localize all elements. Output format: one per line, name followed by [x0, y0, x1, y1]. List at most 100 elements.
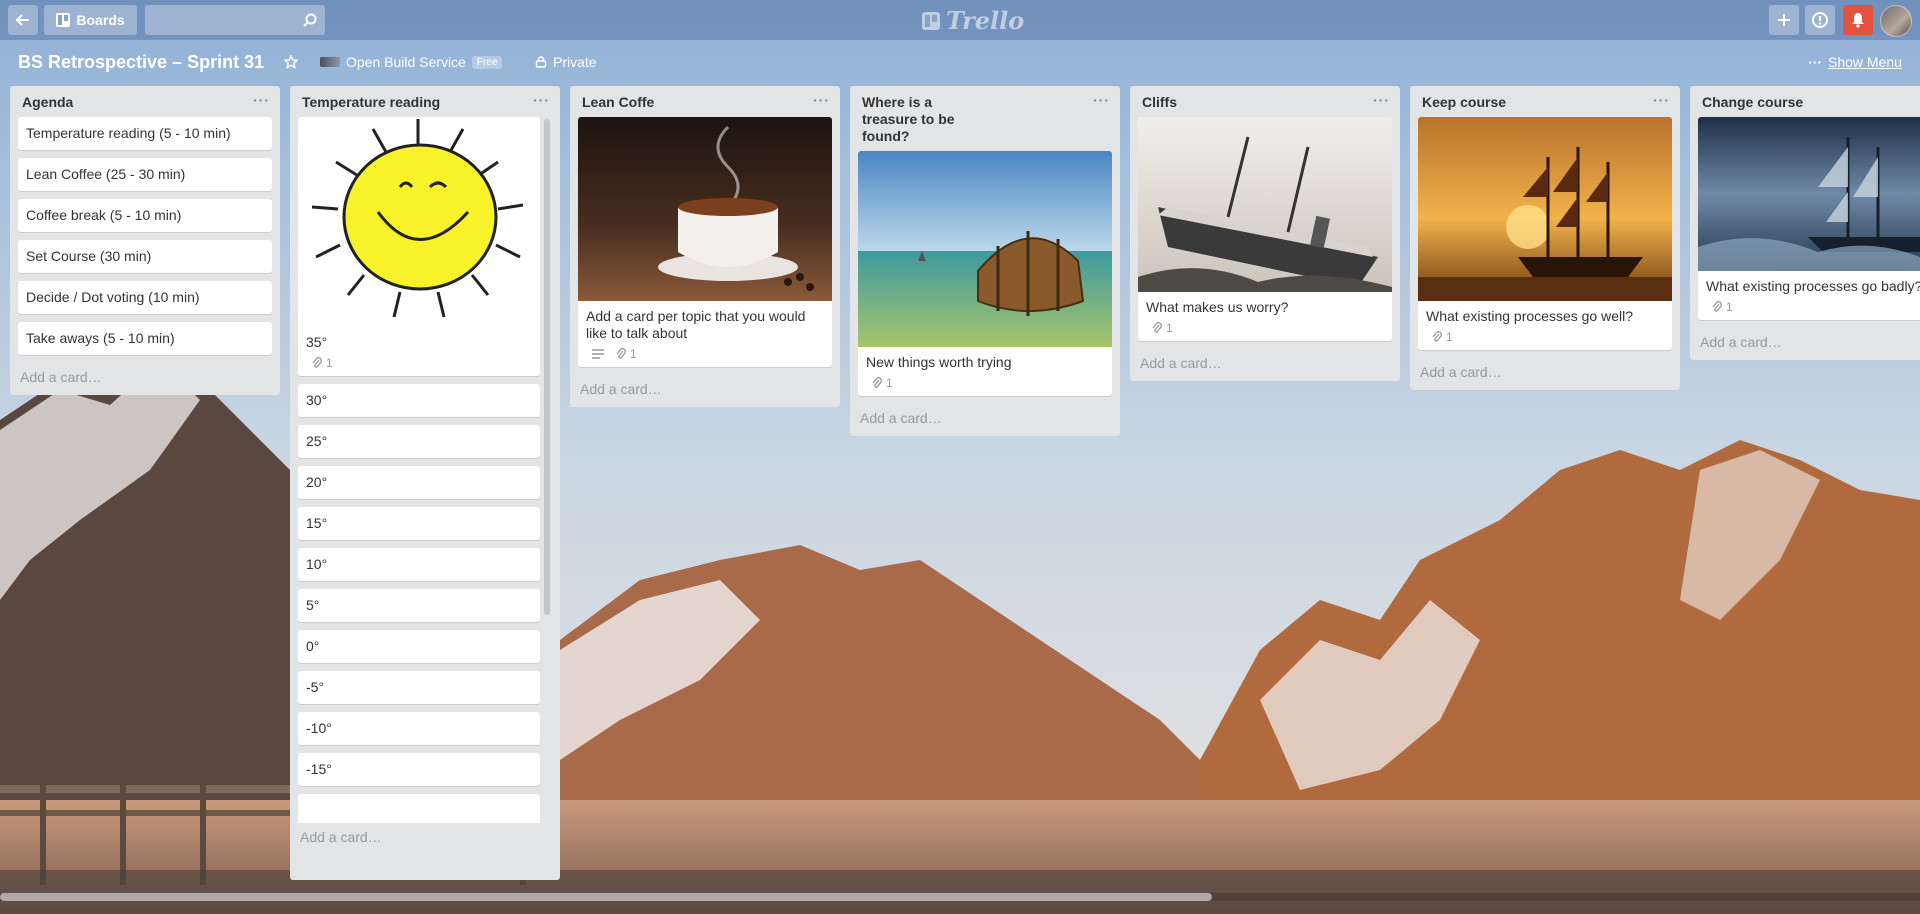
card-title: 0° [306, 638, 320, 654]
org-logo-icon [320, 57, 340, 67]
card-title: What makes us worry? [1146, 299, 1289, 315]
card[interactable]: Coffee break (5 - 10 min) [18, 199, 272, 232]
list-title[interactable]: Where is a treasure to be found? [862, 94, 955, 144]
boards-label: Boards [76, 12, 125, 28]
card-title: Set Course (30 min) [26, 248, 152, 264]
add-card-button[interactable]: Add a card… [1698, 328, 1920, 354]
add-card-button[interactable]: Add a card… [578, 375, 832, 401]
trello-logo[interactable]: Trello [922, 6, 1024, 35]
card[interactable]: Take aways (5 - 10 min) [18, 322, 272, 355]
board-header: BS Retrospective – Sprint 31 Open Build … [0, 40, 1920, 86]
paperclip-icon [872, 377, 882, 388]
card-title: -15° [306, 761, 332, 777]
treasure-chest-image [858, 151, 1112, 347]
list-menu-icon[interactable]: ··· [253, 92, 270, 109]
back-button[interactable] [8, 5, 38, 35]
add-card-button[interactable]: Add a card… [1138, 349, 1392, 375]
card-title: 5° [306, 597, 320, 613]
board-title[interactable]: BS Retrospective – Sprint 31 [18, 52, 264, 73]
boards-icon [56, 13, 71, 27]
card-title: 10° [306, 556, 328, 572]
list-title[interactable]: Change course [1702, 94, 1803, 110]
top-bar: Boards Trello [0, 0, 1920, 40]
attachment-badge: 1 [312, 356, 333, 370]
sailing-ship-sunset-image [1418, 117, 1672, 301]
list-title[interactable]: Cliffs [1142, 94, 1177, 110]
org-plan-badge: Free [471, 55, 503, 69]
list-change-course: Change course What existing processes go… [1690, 86, 1920, 360]
search-input[interactable] [145, 5, 325, 35]
card-title: Add a card per topic that you would like… [586, 308, 806, 341]
card-title: Lean Coffee (25 - 30 min) [26, 166, 186, 182]
attachment-badge: 1 [1152, 321, 1173, 335]
list-header: Temperature reading ··· [298, 86, 552, 117]
boards-button[interactable]: Boards [44, 5, 137, 35]
card-title: Take aways (5 - 10 min) [26, 330, 175, 346]
card[interactable]: What existing processes go well? 1 [1418, 117, 1672, 350]
list-title[interactable]: Keep course [1422, 94, 1506, 110]
search-icon[interactable] [303, 13, 317, 27]
card[interactable]: 5° [298, 589, 540, 622]
list-menu-icon[interactable]: ··· [1093, 92, 1110, 109]
card[interactable] [298, 794, 540, 823]
trello-logo-icon [922, 11, 940, 30]
card-title: New things worth trying [866, 354, 1012, 370]
card[interactable]: 25° [298, 425, 540, 458]
list-title[interactable]: Lean Coffe [582, 94, 654, 110]
list-treasure: Where is a treasure to be found? ··· New… [850, 86, 1120, 436]
card-badges: 1 [1698, 297, 1920, 320]
list-header: Keep course ··· [1418, 86, 1672, 117]
avatar[interactable] [1880, 5, 1912, 37]
card[interactable]: 30° [298, 384, 540, 417]
ghost-ship-storm-image [1698, 117, 1920, 271]
card[interactable]: -10° [298, 712, 540, 745]
card-title: Decide / Dot voting (10 min) [26, 289, 200, 305]
paperclip-icon [1152, 322, 1162, 333]
list-menu-icon[interactable]: ··· [1373, 92, 1390, 109]
info-button[interactable] [1805, 5, 1835, 35]
card[interactable]: Add a card per topic that you would like… [578, 117, 832, 367]
more-icon: ··· [1808, 54, 1822, 70]
visibility-button[interactable]: Private [535, 54, 597, 70]
add-card-button[interactable]: Add a card… [1418, 358, 1672, 384]
add-card-button[interactable]: Add a card… [858, 404, 1112, 430]
list-menu-icon[interactable]: ··· [533, 92, 550, 109]
list-header: Lean Coffe ··· [578, 86, 832, 117]
notifications-button[interactable] [1843, 5, 1873, 35]
card[interactable]: -5° [298, 671, 540, 704]
list-menu-icon[interactable]: ··· [1653, 92, 1670, 109]
board-horizontal-scrollbar[interactable] [0, 893, 1920, 901]
card[interactable]: What makes us worry? 1 [1138, 117, 1392, 341]
card[interactable]: -15° [298, 753, 540, 786]
card[interactable]: What existing processes go badly? 1 [1698, 117, 1920, 320]
card[interactable]: 0° [298, 630, 540, 663]
add-card-button[interactable]: Add a card… [298, 823, 552, 849]
card[interactable]: 15° [298, 507, 540, 540]
shipwreck-image [1138, 117, 1392, 292]
card[interactable]: Temperature reading (5 - 10 min) [18, 117, 272, 150]
add-card-button[interactable]: Add a card… [18, 363, 272, 389]
card[interactable]: Decide / Dot voting (10 min) [18, 281, 272, 314]
list-menu-icon[interactable]: ··· [813, 92, 830, 109]
show-menu-button[interactable]: ··· Show Menu [1808, 54, 1902, 70]
card[interactable]: New things worth trying 1 [858, 151, 1112, 396]
sun-image [298, 117, 538, 327]
card[interactable]: Lean Coffee (25 - 30 min) [18, 158, 272, 191]
bell-icon [1852, 13, 1864, 28]
attachment-count: 1 [886, 376, 893, 390]
trello-logo-text: Trello [946, 6, 1025, 35]
paperclip-icon [1432, 331, 1442, 342]
card[interactable]: Set Course (30 min) [18, 240, 272, 273]
add-button[interactable] [1769, 5, 1799, 35]
attachment-badge: 1 [872, 376, 893, 390]
star-icon[interactable] [284, 55, 298, 69]
org-link[interactable]: Open Build Service Free [320, 54, 503, 70]
list-scrollbar[interactable] [544, 119, 550, 615]
plus-icon [1778, 14, 1790, 26]
card[interactable]: 35° 1 [298, 117, 540, 376]
list-title[interactable]: Temperature reading [302, 94, 440, 110]
card[interactable]: 10° [298, 548, 540, 581]
card[interactable]: 20° [298, 466, 540, 499]
list-title[interactable]: Agenda [22, 94, 73, 110]
scrollbar-thumb[interactable] [0, 893, 1212, 901]
